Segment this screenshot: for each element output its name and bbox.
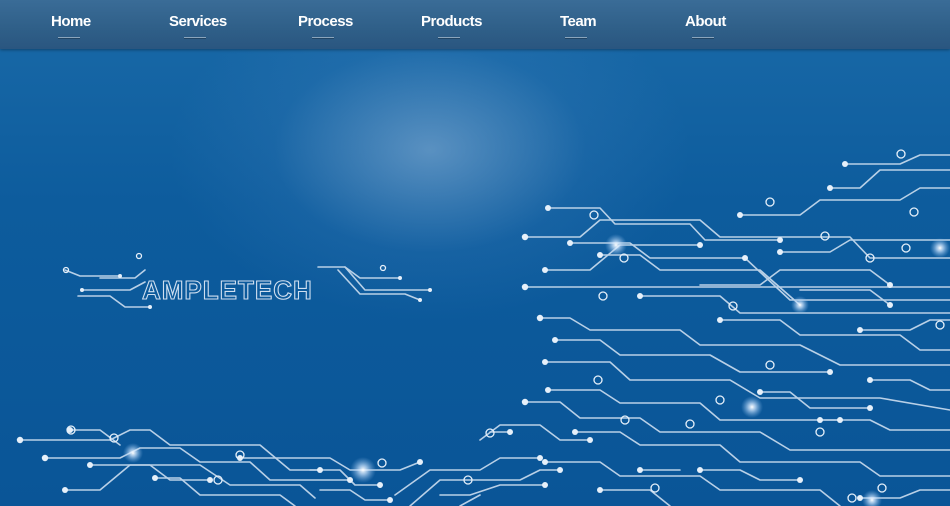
nav-item-label: Process xyxy=(298,13,353,30)
circuit-board-graphic xyxy=(16,149,950,506)
nav-underline xyxy=(184,37,206,39)
logo-text: AMPLETECH xyxy=(142,275,313,304)
ampletech-logo: AMPLETECH xyxy=(140,274,345,304)
nav-underline xyxy=(438,37,460,39)
top-navigation-bar: Home Services Process Products Team Abou… xyxy=(0,0,950,49)
nav-item-label: Home xyxy=(51,13,91,30)
nav-underline xyxy=(312,37,334,39)
nav-underline xyxy=(565,37,587,39)
logo-wordmark: AMPLETECH xyxy=(141,274,313,304)
nav-item-label: About xyxy=(685,13,726,30)
nav-item-label: Team xyxy=(560,13,597,30)
nav-underline xyxy=(58,37,80,39)
nav-underline xyxy=(692,37,714,39)
nav-item-label: Products xyxy=(421,13,483,30)
nav-item-label: Services xyxy=(169,13,227,30)
